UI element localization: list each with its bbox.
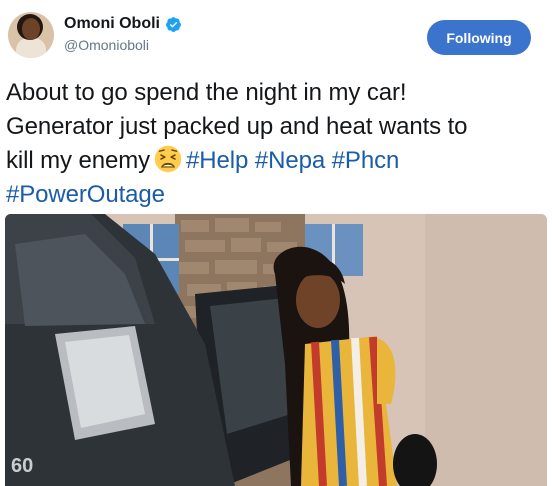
hashtag-link[interactable]: #Phcn [332,147,400,174]
author-block[interactable]: Omoni Oboli @Omonioboli [64,15,182,53]
weary-face-emoji [154,145,182,173]
hashtag-link[interactable]: #Nepa [255,147,325,174]
tweet-photo[interactable]: 60 [5,214,547,486]
tweet-header: Omoni Oboli @Omonioboli Following [0,0,552,68]
tweet-line: About to go spend the night in my car! [6,79,407,106]
hashtag-link[interactable]: #PowerOutage [6,181,165,208]
tweet-line: Generator just packed up and heat wants … [6,113,468,140]
following-button[interactable]: Following [427,20,531,55]
handle[interactable]: @Omonioboli [64,37,182,53]
tweet-text: About to go spend the night in my car! G… [6,76,546,212]
display-name[interactable]: Omoni Oboli [64,15,160,33]
hashtag-link[interactable]: #Help [186,147,248,174]
tweet-line: kill my enemy [6,147,151,174]
avatar[interactable] [8,12,54,58]
photo-scene: 60 [5,214,547,486]
verified-badge-icon [166,16,181,32]
car-badge: 60 [11,455,33,477]
